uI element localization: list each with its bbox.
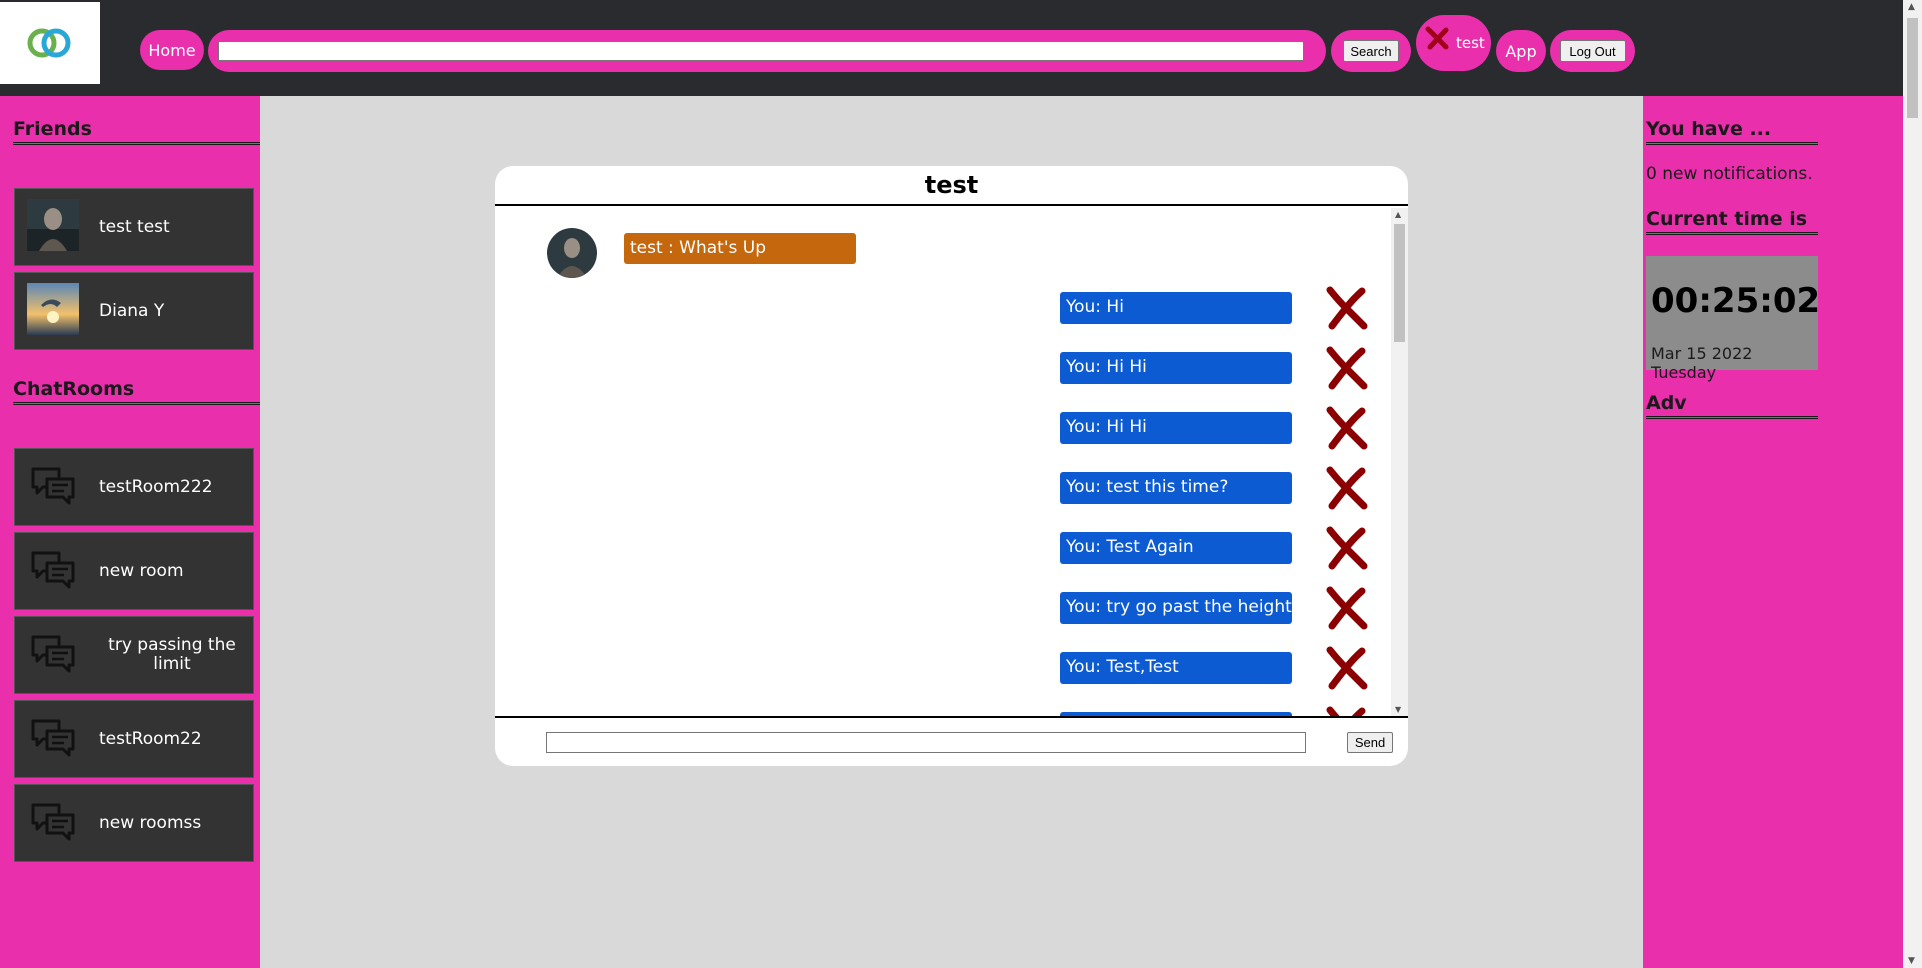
message-input[interactable] xyxy=(546,732,1306,753)
chatroom-name: testRoom222 xyxy=(99,476,213,497)
friend-item[interactable]: Diana Y xyxy=(14,272,254,350)
outgoing-message: You: Test,Test xyxy=(1060,652,1292,684)
friend-avatar xyxy=(27,199,79,251)
date-text: Mar 15 2022 xyxy=(1651,344,1753,363)
clock-widget: 00:25:02 Mar 15 2022 Tuesday xyxy=(1646,256,1821,382)
app-label: App xyxy=(1505,41,1537,61)
home-link[interactable]: Home xyxy=(140,30,204,70)
chatroom-name: try passing the limit xyxy=(108,635,236,674)
outgoing-message: You: test this time? xyxy=(1060,472,1292,504)
outgoing-message: You: Hi Hi xyxy=(1060,412,1292,444)
delete-message-icon[interactable] xyxy=(1324,406,1368,450)
chatrooms-heading: ChatRooms xyxy=(13,378,260,405)
logout-button[interactable]: Log Out xyxy=(1559,40,1626,62)
delete-message-icon[interactable] xyxy=(1324,646,1368,690)
logout-wrap: Log Out xyxy=(1550,30,1635,72)
chatroom-item[interactable]: new room xyxy=(14,532,254,610)
logo-icon xyxy=(27,28,71,58)
delete-message-icon[interactable] xyxy=(1324,286,1368,330)
user-profile-link[interactable]: test xyxy=(1416,15,1491,71)
outgoing-message: You: Hi xyxy=(1060,292,1292,324)
home-label: Home xyxy=(148,40,196,60)
chatroom-name: testRoom22 xyxy=(99,728,202,749)
chat-title: test xyxy=(495,166,1408,206)
left-sidebar: Friends test test Diana Y ChatRooms test… xyxy=(0,96,260,968)
chat-bubbles-icon xyxy=(31,719,75,757)
chat-scroll-thumb[interactable] xyxy=(1394,224,1405,342)
chat-bubbles-icon xyxy=(31,803,75,841)
chat-scrollbar[interactable]: ▲ ▼ xyxy=(1391,208,1408,716)
delete-message-icon[interactable] xyxy=(1324,706,1368,716)
chatroom-item[interactable]: try passing the limit xyxy=(14,616,254,694)
incoming-message: test : What's Up xyxy=(624,233,856,264)
search-input[interactable] xyxy=(218,41,1304,61)
chat-bubbles-icon xyxy=(31,635,75,673)
app-link[interactable]: App xyxy=(1496,30,1546,72)
friend-name: test test xyxy=(99,216,170,237)
top-navbar: Home Search test App Log Out xyxy=(0,0,1903,96)
page-scroll-up-icon[interactable]: ▲ xyxy=(1908,2,1915,12)
notifications-heading: You have ... xyxy=(1646,118,1818,145)
page-scroll-thumb[interactable] xyxy=(1907,18,1918,118)
chatroom-item[interactable]: testRoom22 xyxy=(14,700,254,778)
right-sidebar: You have ... 0 new notifications. Curren… xyxy=(1643,96,1903,968)
delete-message-icon[interactable] xyxy=(1324,526,1368,570)
chat-bubbles-icon xyxy=(31,551,75,589)
friend-avatar xyxy=(27,283,79,335)
current-time-heading: Current time is xyxy=(1646,208,1818,235)
delete-message-icon[interactable] xyxy=(1324,346,1368,390)
chat-bubbles-icon xyxy=(31,467,75,505)
search-bar xyxy=(208,30,1326,72)
chatroom-item[interactable]: new roomss xyxy=(14,784,254,862)
user-avatar-icon xyxy=(1425,26,1449,50)
friends-heading: Friends xyxy=(13,118,260,145)
page-scroll-down-icon[interactable]: ▼ xyxy=(1908,956,1915,966)
sender-avatar xyxy=(547,228,597,278)
outgoing-message: You: Test Again xyxy=(1060,532,1292,564)
chat-composer: Send xyxy=(495,716,1408,766)
logo[interactable] xyxy=(0,2,100,84)
page-scrollbar[interactable]: ▲ ▼ xyxy=(1903,0,1922,968)
send-button[interactable]: Send xyxy=(1347,732,1393,753)
scroll-up-icon[interactable]: ▲ xyxy=(1395,210,1401,219)
notifications-count: 0 new notifications. xyxy=(1646,164,1813,184)
user-name: test xyxy=(1456,34,1485,52)
friend-name: Diana Y xyxy=(99,300,165,321)
search-button[interactable]: Search xyxy=(1343,40,1399,62)
adv-heading: Adv xyxy=(1646,392,1818,419)
clock-time: 00:25:02 xyxy=(1651,281,1821,321)
weekday-text: Tuesday xyxy=(1651,363,1717,382)
clock-date: Mar 15 2022 Tuesday xyxy=(1651,344,1818,382)
delete-message-icon[interactable] xyxy=(1324,586,1368,630)
scroll-down-icon[interactable]: ▼ xyxy=(1395,705,1401,714)
chatroom-name: new room xyxy=(99,560,184,581)
outgoing-message: You: Hi Hi xyxy=(1060,352,1292,384)
friend-item[interactable]: test test xyxy=(14,188,254,266)
chatroom-name: new roomss xyxy=(99,812,202,833)
delete-message-icon[interactable] xyxy=(1324,466,1368,510)
chat-window: test test : What's Up You: Hi You: Hi Hi… xyxy=(495,166,1408,766)
outgoing-message: You: try go past the height xyxy=(1060,592,1292,624)
search-button-wrap: Search xyxy=(1331,30,1411,72)
chatroom-item[interactable]: testRoom222 xyxy=(14,448,254,526)
chat-messages: test : What's Up You: Hi You: Hi Hi You:… xyxy=(495,208,1408,716)
